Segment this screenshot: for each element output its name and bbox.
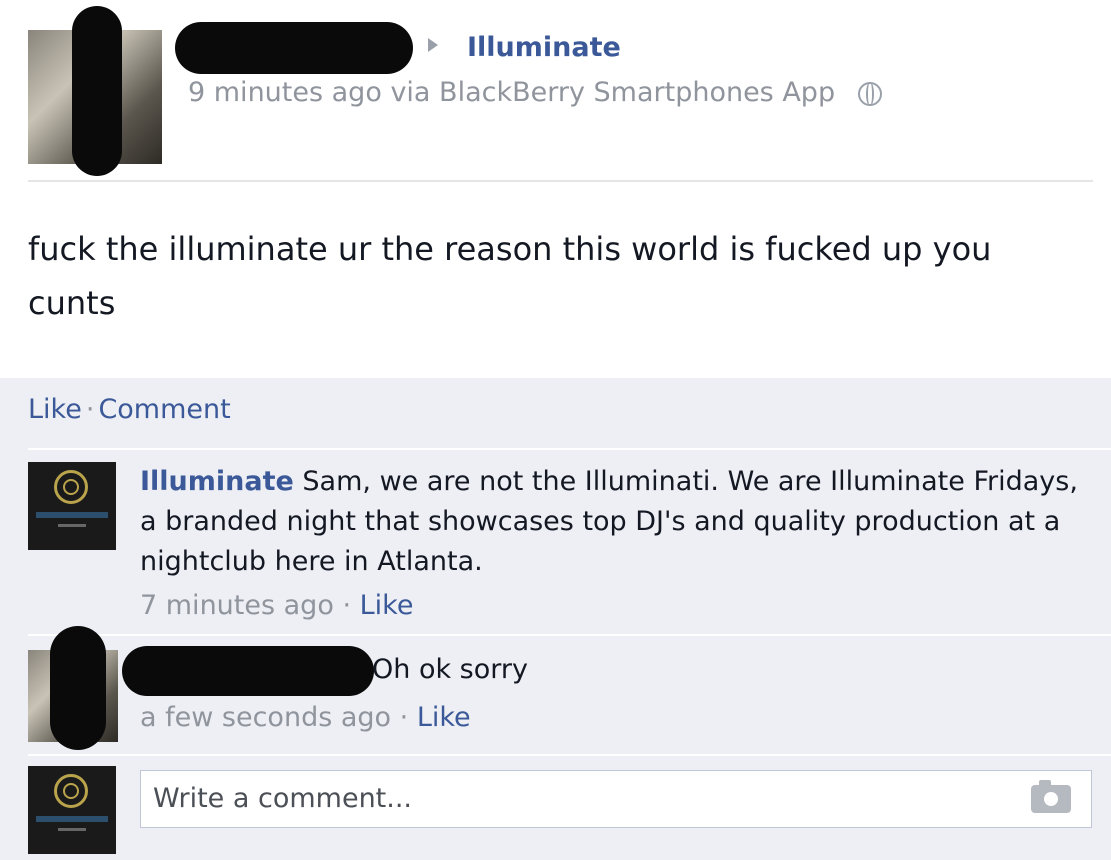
page-avatar[interactable] (28, 462, 116, 550)
logo-subtext (58, 524, 86, 527)
post-actions: Like · Comment (28, 392, 231, 428)
comment-input-placeholder: Write a comment... (153, 783, 413, 814)
comment-button[interactable]: Comment (98, 394, 230, 425)
comment-text: Oh ok sorry (372, 654, 528, 685)
camera-icon[interactable] (1031, 780, 1071, 813)
comment-like-button[interactable]: Like (360, 590, 414, 621)
comment-timestamp[interactable]: a few seconds ago (140, 702, 391, 733)
comment-timestamp[interactable]: 7 minutes ago (140, 590, 334, 621)
meta-separator: · (342, 590, 352, 621)
redaction-bar (50, 626, 106, 750)
comment-meta: 7 minutes ago · Like (140, 588, 413, 624)
logo-wordmark (36, 816, 108, 822)
logo-ring-icon (54, 470, 88, 504)
comment-meta: a few seconds ago · Like (140, 700, 471, 736)
target-page-link[interactable]: Illuminate (467, 30, 621, 66)
comment-divider (28, 754, 1111, 756)
post-timestamp[interactable]: 9 minutes ago (188, 77, 382, 108)
action-separator: · (85, 394, 95, 425)
post-text: fuck the illuminate ur the reason this w… (28, 230, 992, 322)
post-header: Illuminate 9 minutes ago via BlackBerry … (0, 0, 1111, 180)
logo-wordmark (36, 512, 108, 518)
post-via[interactable]: via BlackBerry Smartphones App (390, 77, 835, 108)
comment-body: Illuminate Sam, we are not the Illuminat… (140, 462, 1090, 582)
commenter-name-redacted (122, 646, 374, 696)
comment-body: Oh ok sorry (372, 650, 528, 690)
logo-ring-icon (54, 774, 88, 808)
globe-icon[interactable] (857, 81, 882, 106)
comment-input[interactable]: Write a comment... (140, 770, 1092, 828)
comment-divider (28, 448, 1111, 450)
redaction-bar (72, 6, 122, 176)
post-meta: 9 minutes ago via BlackBerry Smartphones… (188, 75, 882, 111)
comment-like-button[interactable]: Like (417, 702, 471, 733)
composer-avatar (28, 766, 116, 854)
triangle-right-icon (428, 38, 438, 52)
like-button[interactable]: Like (28, 394, 82, 425)
meta-separator: · (399, 702, 409, 733)
author-name-redacted (175, 22, 413, 74)
logo-subtext (58, 828, 86, 831)
feedback-section: Like · Comment Illuminate Sam, we are not … (0, 378, 1111, 860)
comment-divider (28, 634, 1111, 636)
divider (28, 180, 1093, 182)
comment-author[interactable]: Illuminate (140, 466, 294, 497)
